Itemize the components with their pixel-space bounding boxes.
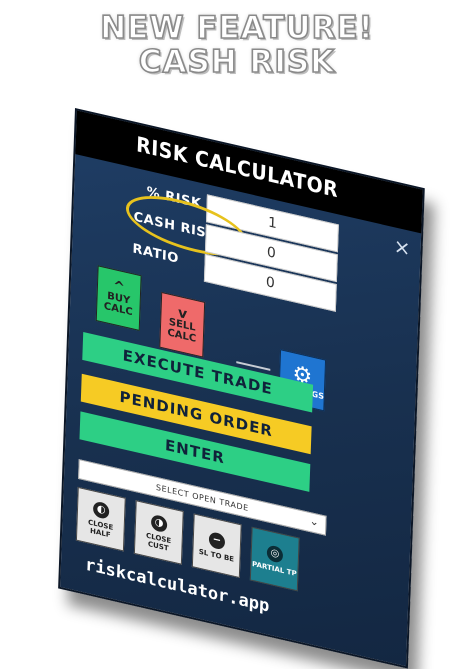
minus-circle-icon: − bbox=[208, 530, 226, 551]
headline-line-2: CASH RISK bbox=[138, 43, 336, 81]
close-cust-label: CLOSE CUST bbox=[145, 531, 172, 553]
chevron-down-icon: ⌄ bbox=[309, 514, 320, 530]
close-half-button[interactable]: ◐ CLOSE HALF bbox=[75, 486, 126, 552]
label-percent-risk: % RISK bbox=[146, 184, 202, 212]
sell-calc-button[interactable]: v SELL CALC bbox=[159, 291, 206, 358]
partial-tp-label: PARTIAL TP bbox=[251, 559, 297, 578]
headline-line-1: NEW FEATURE! bbox=[99, 9, 374, 47]
risk-calculator-window: RISK CALCULATOR × % RISK 1 CASH RISK 0 R… bbox=[58, 108, 425, 669]
close-cust-button[interactable]: ◑ CLOSE CUST bbox=[133, 500, 184, 565]
partial-tp-button[interactable]: ◎ PARTIAL TP bbox=[249, 526, 300, 592]
close-half-label: CLOSE HALF bbox=[87, 517, 114, 539]
target-icon: ◎ bbox=[266, 543, 284, 564]
buy-calc-button[interactable]: ^ BUY CALC bbox=[95, 265, 142, 331]
sl-to-be-button[interactable]: − SL TO BE bbox=[191, 513, 242, 579]
label-ratio: RATIO bbox=[132, 241, 180, 267]
half-circle-icon: ◐ bbox=[92, 499, 110, 520]
sl-to-be-label: SL TO BE bbox=[198, 547, 235, 564]
close-icon[interactable]: × bbox=[393, 233, 411, 261]
site-url: riskcalculator.app bbox=[84, 554, 270, 617]
half-circle-icon: ◑ bbox=[150, 513, 168, 533]
